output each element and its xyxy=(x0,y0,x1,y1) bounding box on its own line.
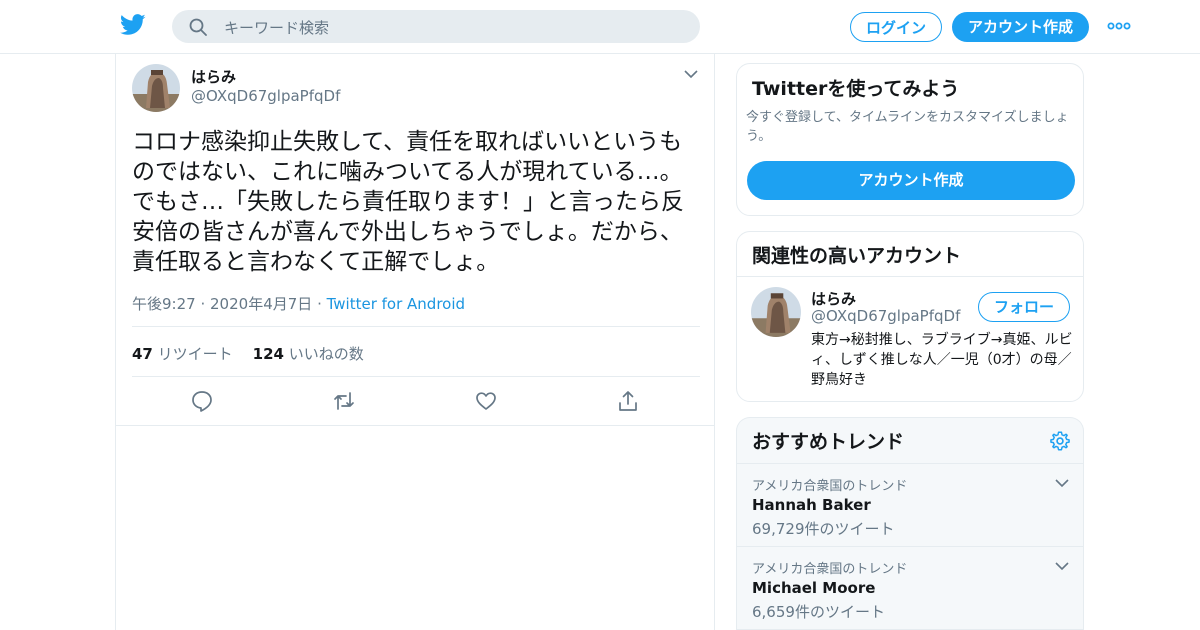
like-count: 124 xyxy=(252,345,284,363)
twitter-bird-icon[interactable] xyxy=(120,14,146,36)
trends-title: おすすめトレンド xyxy=(752,431,905,453)
signup-card-button[interactable]: アカウント作成 xyxy=(747,161,1075,200)
more-options-icon[interactable] xyxy=(1106,18,1132,34)
tweet-detail: はらみ @OXqD67glpaPfqDf コロナ感染抑止失敗して、責任を取ればい… xyxy=(116,53,714,426)
trend-item[interactable]: アメリカ合衆国のトレンド Michael Moore 6,659件のツイート xyxy=(737,547,1083,629)
top-bar: ログイン アカウント作成 xyxy=(0,0,1200,54)
retweet-stat[interactable]: 47 リツイート xyxy=(132,345,233,363)
gear-icon[interactable] xyxy=(1049,430,1071,452)
chevron-down-icon[interactable] xyxy=(1055,561,1069,571)
trend-item[interactable]: アメリカ合衆国のトレンド Hannah Baker 69,729件のツイート xyxy=(737,464,1083,546)
follow-button[interactable]: フォロー xyxy=(978,292,1070,322)
share-icon[interactable] xyxy=(616,389,640,413)
related-account[interactable]: はらみ @OXqD67glpaPfqDf フォロー 東方→秘封推し、ラブライブ→… xyxy=(737,276,1083,401)
tweet-time[interactable]: 午後9:27 xyxy=(132,295,196,313)
like-stat-label: いいねの数 xyxy=(288,345,364,363)
signup-card-description: 今すぐ登録して、タイムラインをカスタマイズしましょう。 xyxy=(746,110,1069,144)
related-account-name[interactable]: はらみ xyxy=(811,288,856,309)
trend-name[interactable]: Michael Moore xyxy=(752,579,875,597)
tweet-date[interactable]: 2020年4月7日 xyxy=(210,295,312,313)
tweet-meta: 午後9:27 · 2020年4月7日 · Twitter for Android xyxy=(132,293,465,314)
trend-context: アメリカ合衆国のトレンド xyxy=(752,562,908,577)
meta-separator: · xyxy=(317,295,327,313)
related-account-handle[interactable]: @OXqD67glpaPfqDf xyxy=(811,307,960,325)
meta-separator: · xyxy=(200,295,211,313)
signup-button[interactable]: アカウント作成 xyxy=(952,12,1089,42)
retweet-stat-label: リツイート xyxy=(157,345,233,363)
like-icon[interactable] xyxy=(474,389,498,413)
retweet-count: 47 xyxy=(132,345,153,363)
tweet-source-link[interactable]: Twitter for Android xyxy=(327,295,465,313)
divider xyxy=(132,376,700,377)
signup-card-title: Twitterを使ってみよう xyxy=(752,78,960,100)
main-column: はらみ @OXqD67glpaPfqDf コロナ感染抑止失敗して、責任を取ればい… xyxy=(115,53,715,630)
trend-count: 6,659件のツイート xyxy=(752,603,885,621)
tweet-text: コロナ感染抑止失敗して、責任を取ればいいというものではない、これに噛みついてる人… xyxy=(132,129,684,275)
search-input[interactable] xyxy=(222,10,686,45)
avatar[interactable] xyxy=(132,64,180,112)
like-stat[interactable]: 124 いいねの数 xyxy=(253,345,364,363)
tweet-actions xyxy=(116,389,714,413)
trends-card: おすすめトレンド アメリカ合衆国のトレンド Hannah Baker 69,72… xyxy=(736,417,1084,630)
chevron-down-icon[interactable] xyxy=(684,69,698,79)
user-handle[interactable]: @OXqD67glpaPfqDf xyxy=(191,87,340,105)
trend-name[interactable]: Hannah Baker xyxy=(752,496,871,514)
related-account-bio: 東方→秘封推し、ラブライブ→真姫、ルビィ、しずく推しな人／一児（0才）の母／野鳥… xyxy=(811,332,1073,388)
reply-icon[interactable] xyxy=(190,389,214,413)
related-accounts-card: 関連性の高いアカウント はらみ @OXqD67glpaPfqDf フォロー 東方… xyxy=(736,231,1084,402)
related-accounts-title: 関連性の高いアカウント xyxy=(752,245,962,267)
signup-card: Twitterを使ってみよう 今すぐ登録して、タイムラインをカスタマイズしましょ… xyxy=(736,63,1084,216)
trend-count: 69,729件のツイート xyxy=(752,520,895,538)
login-button[interactable]: ログイン xyxy=(850,12,942,42)
search-bar[interactable] xyxy=(172,10,700,45)
trend-context: アメリカ合衆国のトレンド xyxy=(752,479,908,494)
chevron-down-icon[interactable] xyxy=(1055,478,1069,488)
user-display-name[interactable]: はらみ xyxy=(191,66,236,87)
avatar[interactable] xyxy=(751,287,801,337)
tweet-stats: 47 リツイート 124 いいねの数 xyxy=(132,343,364,364)
divider xyxy=(132,326,700,327)
search-icon xyxy=(189,18,207,36)
retweet-icon[interactable] xyxy=(332,389,356,413)
